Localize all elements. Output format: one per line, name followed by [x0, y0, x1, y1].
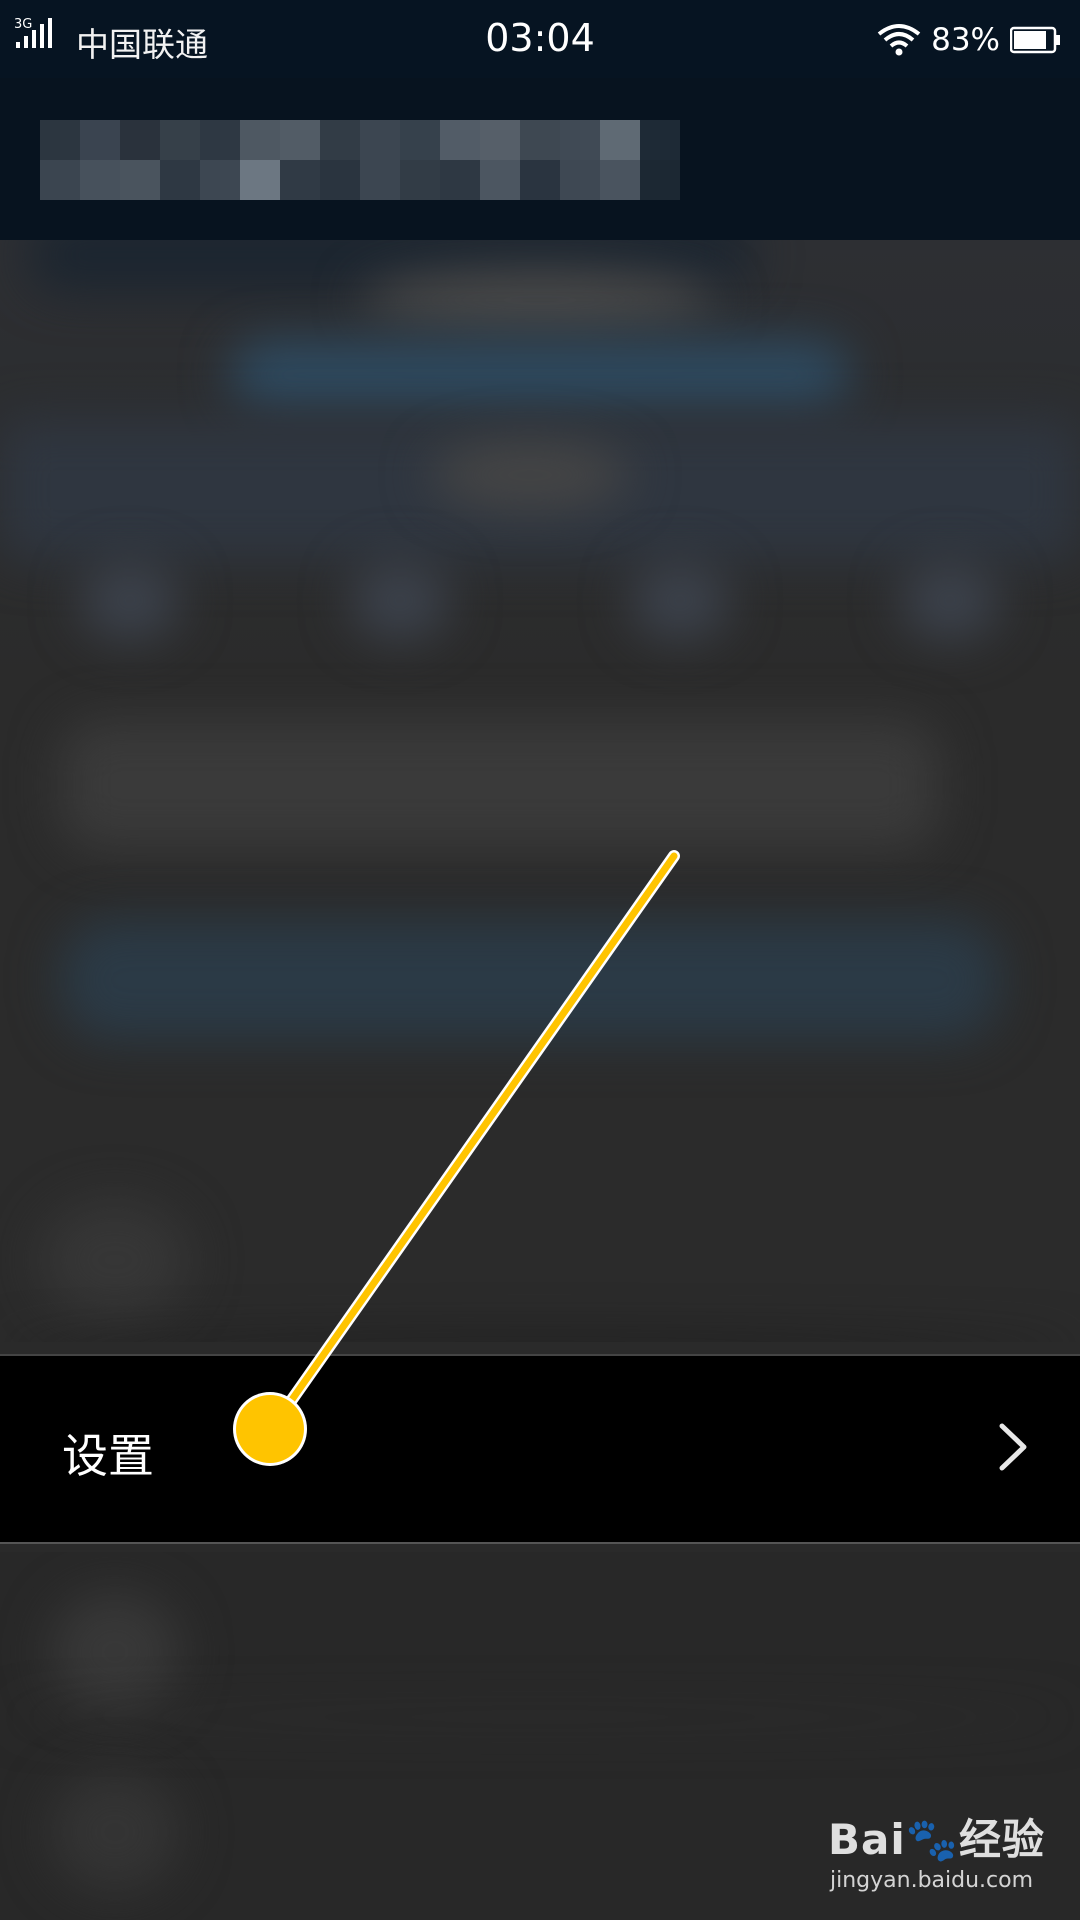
- watermark-url: jingyan.baidu.com: [830, 1868, 1034, 1893]
- wifi-icon: [877, 24, 921, 56]
- settings-menu-item[interactable]: 设置: [0, 1354, 1080, 1544]
- battery-percent: 83%: [931, 22, 1000, 58]
- chevron-right-icon: [999, 1423, 1027, 1471]
- status-bar: 3G 中国联通 03:04 83%: [0, 0, 1080, 78]
- blurred-content: [0, 240, 1080, 1342]
- watermark-logo: Bai🐾经验: [828, 1815, 1046, 1864]
- status-right: 83%: [877, 20, 1062, 60]
- settings-label: 设置: [62, 1429, 154, 1483]
- pixelated-profile-name: [40, 120, 680, 200]
- battery-icon: [1010, 26, 1060, 54]
